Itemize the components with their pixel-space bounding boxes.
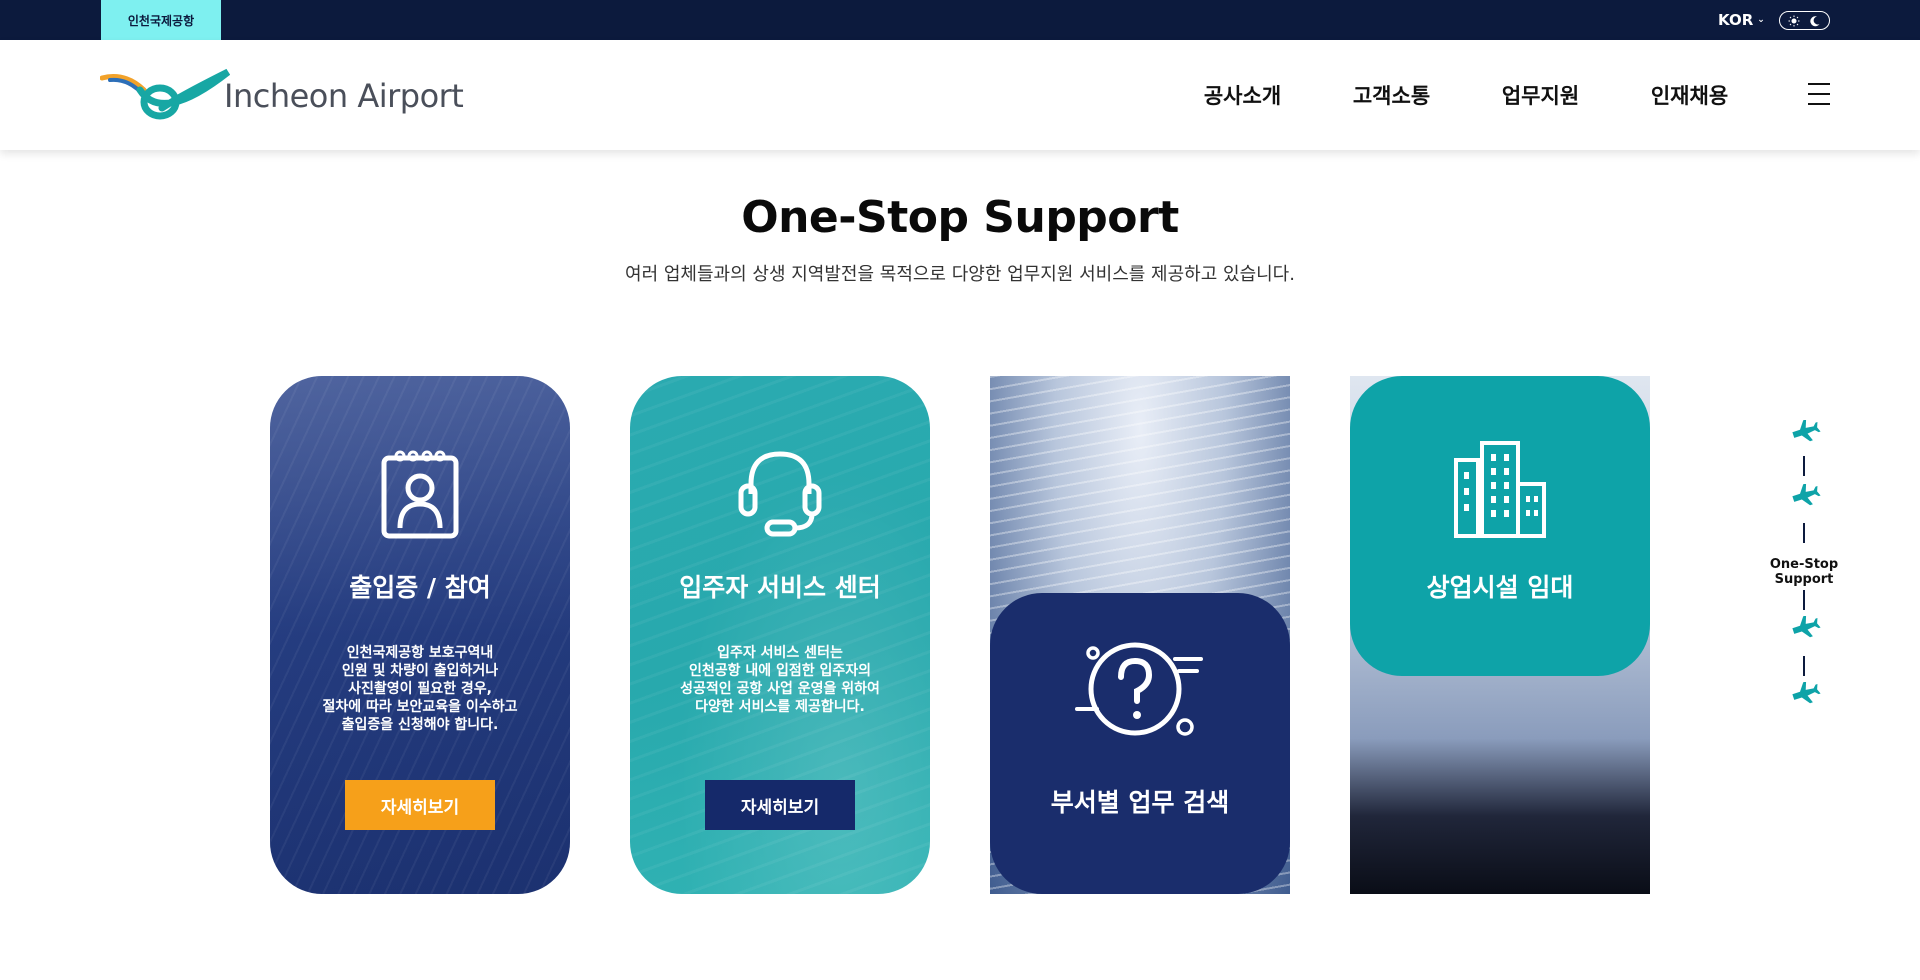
airplane-icon[interactable]: [1791, 682, 1821, 706]
nav-item-recruitment[interactable]: 인재채용: [1615, 80, 1764, 110]
question-search-icon: [1075, 642, 1203, 736]
desc-line: 출입증을 신청해야 합니다.: [341, 717, 499, 733]
site-tab-incheon-airport[interactable]: 인천국제공항: [101, 0, 221, 40]
card-panel: 상업시설 임대: [1350, 376, 1650, 676]
section-title: One-Stop Support: [741, 192, 1179, 243]
desc-line: 성공적인 공항 사업 운영을 위하여: [680, 681, 880, 697]
card-title: 입주자 서비스 센터: [679, 573, 881, 602]
logo-mark-icon: [100, 68, 230, 120]
desc-line: 사진촬영이 필요한 경우,: [348, 681, 492, 697]
card-department-search[interactable]: 부서별 업무 검색: [990, 376, 1290, 894]
card-title: 상업시설 임대: [1426, 573, 1574, 602]
id-badge-icon: [381, 450, 459, 539]
desc-line: 절차에 따라 보안교육을 이수하고: [322, 699, 518, 715]
indicator-divider: [1803, 590, 1805, 610]
indicator-active-label[interactable]: One-Stop Support: [1745, 557, 1863, 587]
top-utility-bar: 인천국제공항 KOR ⌄: [0, 0, 1920, 40]
indicator-divider: [1803, 656, 1805, 676]
details-button[interactable]: 자세히보기: [705, 780, 855, 830]
card-access-pass[interactable]: 출입증 / 참여 인천국제공항 보호구역내 인원 및 차량이 출입하거나 사진촬…: [270, 376, 570, 894]
details-button[interactable]: 자세히보기: [345, 780, 495, 830]
nav-item-customer[interactable]: 고객소통: [1317, 80, 1466, 110]
headset-icon: [738, 451, 822, 537]
desc-line: 입주자 서비스 센터는: [717, 645, 843, 661]
card-title: 출입증 / 참여: [349, 573, 491, 602]
desc-line: 인천국제공항 보호구역내: [346, 645, 494, 661]
desc-line: 다양한 서비스를 제공합니다.: [695, 699, 865, 715]
theme-toggle[interactable]: [1779, 11, 1830, 30]
card-tenant-service-center[interactable]: 입주자 서비스 센터 입주자 서비스 센터는 인천공항 내에 입점한 입주자의 …: [630, 376, 930, 894]
airplane-icon[interactable]: [1791, 420, 1821, 444]
incheon-airport-logo[interactable]: Incheon Airport: [100, 68, 464, 124]
sun-icon: [1788, 15, 1800, 26]
indicator-divider: [1803, 456, 1805, 476]
nav-item-business-support[interactable]: 업무지원: [1466, 80, 1615, 110]
language-label: KOR: [1718, 11, 1754, 29]
indicator-divider: [1803, 523, 1805, 543]
moon-icon: [1810, 15, 1820, 26]
airplane-icon[interactable]: [1791, 484, 1821, 508]
hamburger-menu-icon[interactable]: [1808, 81, 1830, 107]
desc-line: 인천공항 내에 입점한 입주자의: [688, 663, 872, 679]
nav-item-company[interactable]: 공사소개: [1168, 80, 1317, 110]
airplane-icon[interactable]: [1791, 616, 1821, 640]
section-subtitle: 여러 업체들과의 상생 지역발전을 목적으로 다양한 업무지원 서비스를 제공하…: [625, 264, 1295, 285]
main-nav: 공사소개 고객소통 업무지원 인재채용: [1168, 40, 1764, 150]
language-selector[interactable]: KOR ⌄: [1718, 0, 1765, 40]
card-panel: 부서별 업무 검색: [990, 593, 1290, 894]
card-description: 인천국제공항 보호구역내 인원 및 차량이 출입하거나 사진촬영이 필요한 경우…: [270, 644, 570, 734]
chevron-down-icon: ⌄: [1757, 15, 1765, 25]
buildings-icon: [1454, 441, 1546, 538]
desc-line: 인원 및 차량이 출입하거나: [341, 663, 499, 679]
card-title: 부서별 업무 검색: [1050, 788, 1230, 817]
card-description: 입주자 서비스 센터는 인천공항 내에 입점한 입주자의 성공적인 공항 사업 …: [630, 644, 930, 716]
main-header: Incheon Airport 공사소개 고객소통 업무지원 인재채용: [0, 40, 1920, 150]
card-commercial-lease[interactable]: 상업시설 임대: [1350, 376, 1650, 894]
logo-wordmark: Incheon Airport: [224, 77, 464, 115]
